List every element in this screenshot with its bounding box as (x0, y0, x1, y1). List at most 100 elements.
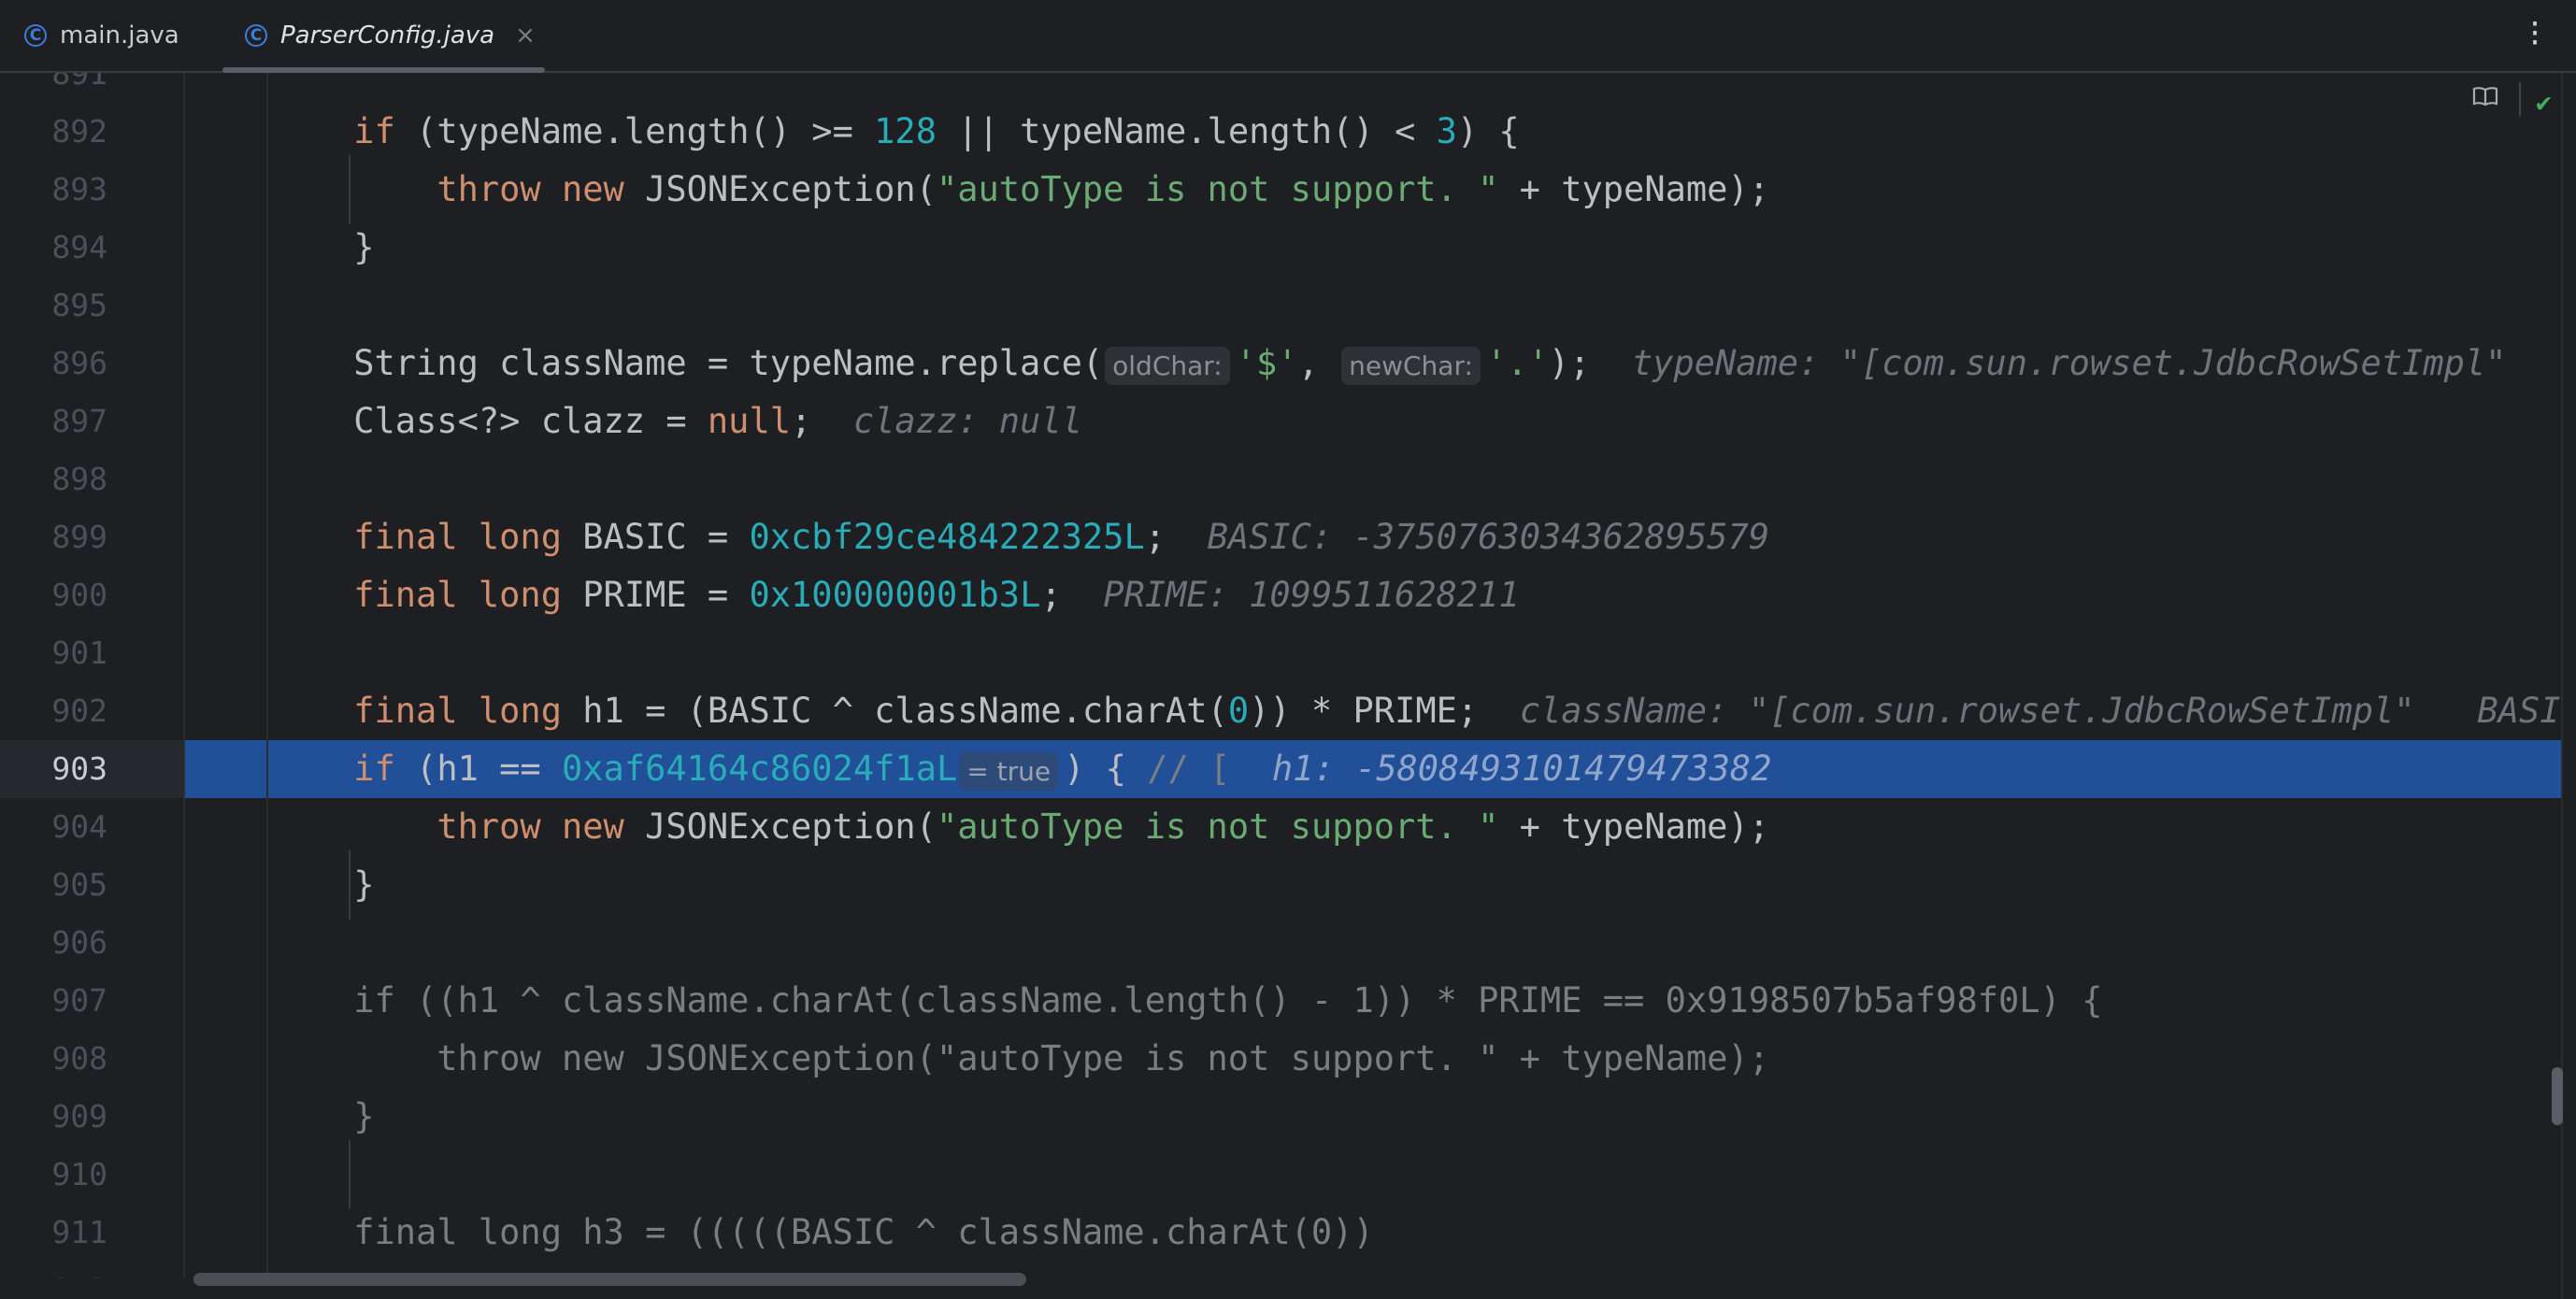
tab-label: main.java (60, 21, 179, 50)
code-token: (h1 == (394, 749, 562, 789)
code-line[interactable]: 893 throw new JSONException("autoType is… (0, 161, 2561, 219)
code-line[interactable]: 900 final long PRIME = 0x100000001b3L; P… (0, 566, 2561, 624)
line-number[interactable]: 893 (0, 161, 184, 219)
code-token: Class<?> clazz = (187, 401, 708, 441)
code-line[interactable]: 898 (0, 450, 2561, 508)
code-line[interactable]: 899 final long BASIC = 0xcbf29ce48422232… (0, 508, 2561, 566)
line-number[interactable]: 903 (0, 740, 184, 798)
line-number[interactable]: 892 (0, 103, 184, 161)
code-line[interactable]: 894 } (0, 219, 2561, 277)
keyword: final long (353, 691, 583, 731)
number-literal: 0x100000001b3L (749, 575, 1041, 615)
check-icon[interactable]: ✔ (2536, 87, 2552, 118)
code-token-unreachable: if ((h1 ^ className.charAt(className.len… (187, 980, 2103, 1021)
code-text: final long PRIME = 0x100000001b3L; PRIME… (187, 566, 1520, 624)
code-line[interactable]: 892 if (typeName.length() >= 128 || type… (0, 103, 2561, 161)
line-number[interactable]: 907 (0, 972, 184, 1030)
code-token: h1 = (BASIC ^ className.charAt( (582, 691, 1228, 731)
code-line[interactable]: 911 final long h3 = (((((BASIC ^ classNa… (0, 1204, 2561, 1262)
code-editor[interactable]: 891 892 if (typeName.length() >= 128 || t… (0, 73, 2561, 1278)
code-line[interactable]: 891 (0, 73, 2561, 103)
vertical-scrollbar-thumb[interactable] (2552, 1067, 2563, 1125)
fold-gutter-divider (266, 73, 268, 1278)
code-line[interactable]: 895 (0, 277, 2561, 335)
code-token: String className = typeName.replace( (187, 343, 1104, 383)
vertical-scrollbar[interactable] (2561, 73, 2576, 1299)
code-line[interactable]: 897 Class<?> clazz = null; clazz: null (0, 393, 2561, 450)
code-token: BASIC = (582, 517, 750, 557)
code-text: throw new JSONException("autoType is not… (187, 161, 1769, 219)
code-line[interactable]: 904 throw new JSONException("autoType is… (0, 798, 2561, 856)
line-number[interactable]: 901 (0, 624, 184, 682)
code-token: } (187, 864, 375, 905)
line-number[interactable]: 891 (0, 73, 184, 103)
number-literal: 0xaf64164c86024f1aL (562, 749, 958, 789)
line-number[interactable]: 912 (0, 1262, 184, 1278)
close-tab-icon[interactable]: × (515, 21, 536, 50)
code-line[interactable]: 908 throw new JSONException("autoType is… (0, 1030, 2561, 1088)
line-number[interactable]: 908 (0, 1030, 184, 1088)
line-number[interactable]: 909 (0, 1088, 184, 1146)
code-line[interactable]: 907 if ((h1 ^ className.charAt(className… (0, 972, 2561, 1030)
indent-guide (349, 849, 351, 921)
line-number[interactable]: 895 (0, 277, 184, 335)
code-token: (typeName.length() >= (394, 111, 875, 151)
code-text: String className = typeName.replace(oldC… (187, 335, 2506, 393)
gutter-divider (183, 73, 185, 1278)
keyword: final long (353, 517, 583, 557)
code-line-current[interactable]: 903 if (h1 == 0xaf64164c86024f1aL = true)… (0, 740, 2561, 798)
code-line[interactable]: 909 } (0, 1088, 2561, 1146)
number-literal: 3 (1436, 111, 1457, 151)
line-number[interactable]: 911 (0, 1204, 184, 1262)
code-token: PRIME = (582, 575, 750, 615)
keyword: final long (353, 575, 583, 615)
code-line[interactable]: 896 String className = typeName.replace(… (0, 335, 2561, 393)
code-token: JSONException( (645, 169, 937, 209)
class-icon: C (245, 24, 267, 47)
code-token: + typeName); (1498, 807, 1769, 847)
book-icon[interactable] (2472, 86, 2498, 107)
line-number[interactable]: 894 (0, 219, 184, 277)
code-line[interactable]: 906 (0, 914, 2561, 972)
keyword: throw new (436, 807, 646, 847)
line-number[interactable]: 896 (0, 335, 184, 393)
code-token: || typeName.length() < (936, 111, 1437, 151)
debug-value-hint: BASIC: -3750763034362895579 (1207, 517, 1770, 557)
code-line[interactable]: 910 (0, 1146, 2561, 1204)
code-text: throw new JSONException("autoType is not… (187, 1030, 1769, 1088)
class-icon: C (24, 24, 47, 47)
indent-guide (349, 1139, 351, 1210)
parameter-hint: newChar: (1341, 347, 1481, 385)
line-number[interactable]: 897 (0, 393, 184, 450)
horizontal-scrollbar-thumb[interactable] (193, 1273, 1026, 1286)
tab-main-java[interactable]: C main.java (24, 0, 179, 71)
parameter-hint: oldChar: (1105, 347, 1230, 385)
debug-value-hint: PRIME: 1099511628211 (1103, 575, 1520, 615)
string-literal: '.' (1485, 343, 1549, 383)
line-number[interactable]: 898 (0, 450, 184, 508)
keyword: null (707, 401, 792, 441)
more-vertical-icon[interactable]: · · · (2526, 11, 2543, 58)
code-line[interactable]: 905 } (0, 856, 2561, 914)
line-number[interactable]: 905 (0, 856, 184, 914)
code-text: Class<?> clazz = null; clazz: null (187, 393, 1082, 450)
line-number[interactable]: 910 (0, 1146, 184, 1204)
code-line[interactable]: 901 (0, 624, 2561, 682)
code-line[interactable]: 902 final long h1 = (BASIC ^ className.c… (0, 682, 2561, 740)
line-number[interactable]: 899 (0, 508, 184, 566)
horizontal-scrollbar[interactable] (184, 1269, 2561, 1290)
tab-parserconfig-java[interactable]: C ParserConfig.java × (245, 0, 536, 71)
keyword: if (353, 111, 395, 151)
code-text: if (h1 == 0xaf64164c86024f1aL = true) { /… (187, 740, 1771, 798)
line-number[interactable]: 902 (0, 682, 184, 740)
line-number[interactable]: 906 (0, 914, 184, 972)
line-number[interactable]: 900 (0, 566, 184, 624)
line-number[interactable]: 904 (0, 798, 184, 856)
code-text: final long h1 = (BASIC ^ className.charA… (187, 682, 2561, 740)
string-literal: "autoType is not support. " (936, 807, 1499, 847)
comment: // [ (1147, 749, 1272, 789)
code-text: final long h3 = (((((BASIC ^ className.c… (187, 1204, 1374, 1262)
